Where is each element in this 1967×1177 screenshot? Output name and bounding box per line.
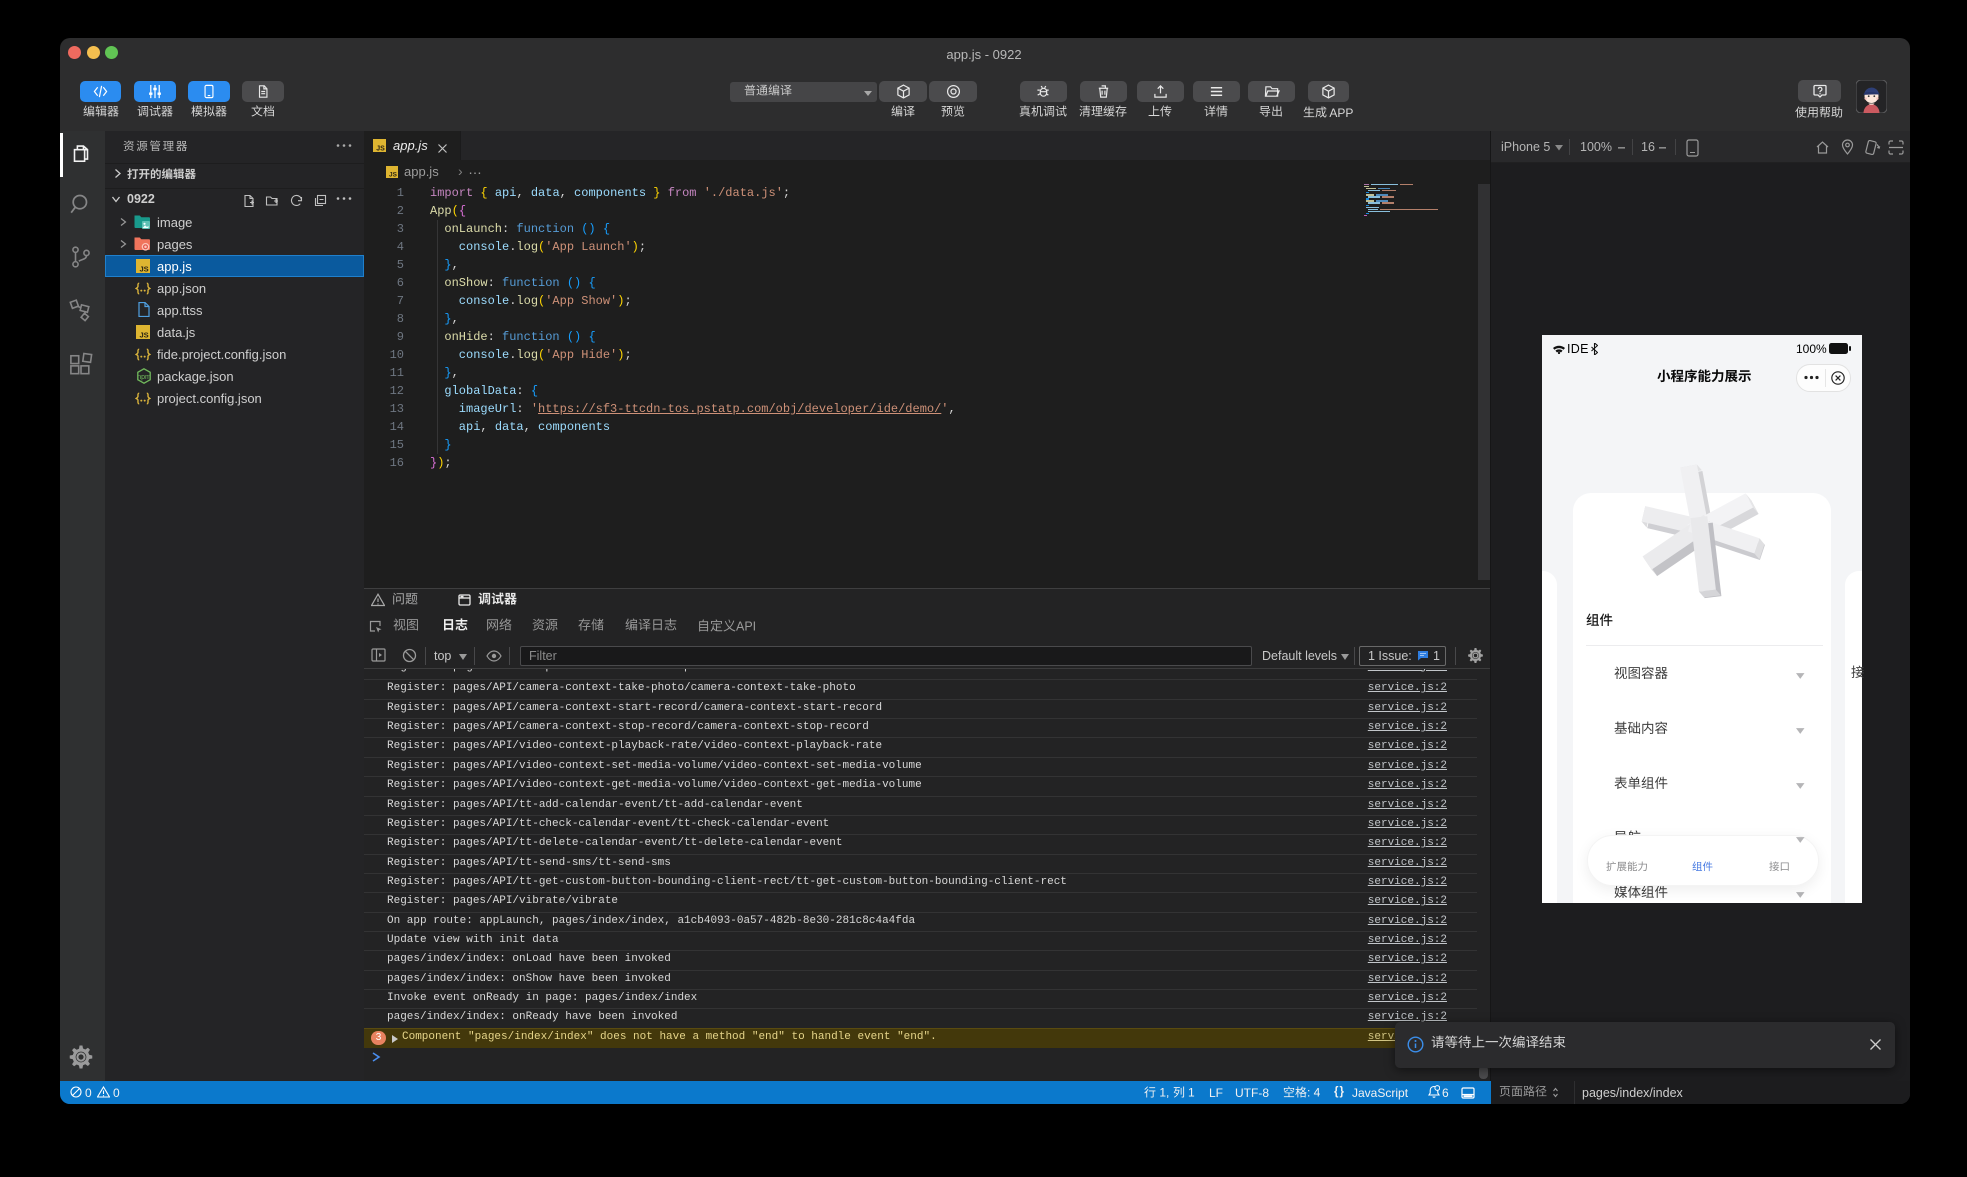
svg-text:JS: JS [139,264,148,273]
svg-text:JS: JS [389,172,398,179]
svg-text:JS: JS [376,145,385,152]
svg-text:npm: npm [137,374,151,381]
svg-text:JS: JS [139,330,148,339]
